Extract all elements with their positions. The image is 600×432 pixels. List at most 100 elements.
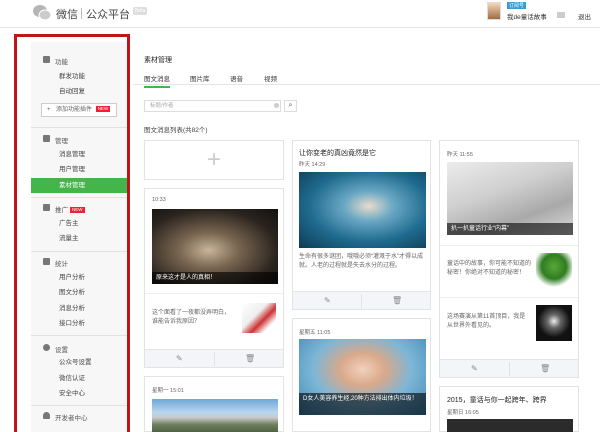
account-type-badge: 订阅号: [507, 2, 527, 9]
article-cover-image: D女人美容养生经,20种方法排出体内垃圾！: [299, 339, 426, 415]
section-title: 推广 NEW: [55, 204, 85, 214]
avatar[interactable]: [487, 2, 501, 20]
add-plugin-label: 添加功能插件: [56, 107, 93, 113]
article-thumbnail: [536, 253, 572, 287]
sidebar-item-account-settings[interactable]: 公众号设置: [31, 355, 129, 370]
list-count: 图文消息列表(共82个): [144, 127, 208, 134]
divider: [31, 335, 129, 336]
tab-video[interactable]: 视频: [264, 73, 277, 83]
megaphone-icon: [43, 204, 50, 211]
divider: [509, 362, 510, 376]
edit-icon[interactable]: ✎: [324, 296, 331, 305]
section-title: 管理: [55, 138, 68, 145]
wechat-logo-icon: [33, 5, 52, 21]
article-date: 昨天 14:29: [299, 162, 326, 168]
add-plugin-button[interactable]: + 添加功能插件 NEW: [41, 103, 117, 117]
clear-icon[interactable]: [274, 103, 279, 108]
delete-icon[interactable]: 🗑: [392, 296, 402, 305]
article-card[interactable]: 星期五 11:05 D女人美容养生经,20种方法排出体内垃圾！: [292, 318, 431, 432]
mail-icon[interactable]: [557, 12, 565, 18]
article-cover-image: [152, 399, 278, 432]
section-title: 功能: [55, 59, 68, 66]
article-title: 2015，童话与你一起跨年、跨界: [447, 397, 547, 404]
article-card[interactable]: 星期一 15:01: [144, 376, 284, 432]
article-card[interactable]: 昨天 11:55 扒一扒童话行业“内幕” 童话中的故事，你可能不知道的秘密！你绝…: [439, 140, 579, 378]
article-cover-image: [447, 419, 573, 432]
tab-articles[interactable]: 图文消息: [144, 73, 170, 88]
card-actions: ✎ 🗑: [440, 359, 578, 377]
article-card[interactable]: 2015，童话与你一起跨年、跨界 星期日 16:05: [439, 386, 579, 432]
chart-icon: [43, 258, 50, 265]
sidebar-item-traffic-owner[interactable]: 流量主: [31, 231, 129, 246]
tab-voice[interactable]: 语音: [230, 73, 243, 83]
delete-icon[interactable]: 🗑: [540, 364, 550, 373]
cover-caption: 扒一扒童话行业“内幕”: [447, 223, 573, 235]
divider: [31, 251, 129, 252]
article-date: 星期一 15:01: [152, 388, 184, 394]
chat-icon: [43, 135, 50, 142]
card-actions: ✎ 🗑: [293, 291, 430, 309]
sidebar-item-materials[interactable]: 素材管理: [31, 178, 129, 193]
divider: [31, 127, 129, 128]
sidebar-item-api-analysis[interactable]: 接口分析: [31, 316, 129, 331]
main-content: 素材管理 图文消息 图片库 语音 视频 标题/作者 ⌕ 图文消息列表(共82个)…: [133, 42, 600, 432]
section-title-text: 推广: [55, 207, 68, 214]
article-card[interactable]: 10:33 原来这才是人的真相！ 这个面看了一夜都没弄明白，谁能告诉我原因？ ✎…: [144, 188, 284, 368]
divider: [214, 352, 215, 366]
sidebar-item-auto-reply[interactable]: 自动回复: [31, 84, 129, 99]
article-cover-image: 原来这才是人的真相！: [152, 209, 278, 284]
sidebar-item-messages[interactable]: 消息管理: [31, 147, 129, 162]
edit-icon[interactable]: ✎: [176, 354, 183, 363]
developer-label: 开发者中心: [55, 415, 88, 422]
sidebar-item-message-analysis[interactable]: 消息分析: [31, 301, 129, 316]
sidebar-item-verification[interactable]: 微信认证: [31, 371, 129, 386]
divider: [361, 294, 362, 308]
gear-icon: [43, 344, 50, 351]
article-date: 昨天 11:55: [447, 152, 473, 158]
article-cover-image: [299, 172, 426, 248]
platform-name: 公众平台: [86, 9, 130, 21]
tab-bar: 图文消息 图片库 语音 视频: [133, 71, 600, 88]
sidebar: 功能 群发功能 自动回复 + 添加功能插件 NEW 管理 消息管理 用户管理 素…: [31, 42, 129, 432]
sidebar-item-article-analysis[interactable]: 图文分析: [31, 285, 129, 300]
article-date: 星期五 11:05: [299, 330, 331, 336]
sidebar-item-mass-send[interactable]: 群发功能: [31, 69, 129, 84]
sidebar-item-advertiser[interactable]: 广告主: [31, 216, 129, 231]
article-thumbnail: [536, 305, 572, 341]
article-summary: 这个面看了一夜都没弄明白，谁能告诉我原因？: [152, 310, 231, 325]
new-badge: NEW: [95, 106, 111, 113]
article-summary: 生命有很多谜团，哦哦必须“灌溉于水”才得以成就。人老的过程就是失去水分的过程。: [299, 254, 423, 269]
sidebar-item-security[interactable]: 安全中心: [31, 386, 129, 401]
article-summary: 这场赛演从第11首顶目，我是从世界外看见的。: [447, 314, 526, 329]
divider: [31, 197, 129, 198]
account-name[interactable]: 我de童话故事: [507, 11, 547, 21]
divider: [31, 405, 129, 406]
article-summary: 童话中的故事，你可能不知道的秘密！你绝对不知道的秘密！: [447, 261, 532, 276]
sidebar-item-users[interactable]: 用户管理: [31, 162, 129, 177]
article-thumbnail: [242, 303, 276, 333]
article-date: 星期日 16:05: [447, 410, 479, 416]
add-article-card[interactable]: +: [144, 140, 284, 180]
cover-caption: 原来这才是人的真相！: [152, 272, 278, 284]
top-bar: 微信 公众平台 Beta 订阅号 我de童话故事 退出: [0, 0, 600, 28]
sidebar-item-user-analysis[interactable]: 用户分析: [31, 270, 129, 285]
search-button[interactable]: ⌕: [284, 100, 297, 112]
search-icon: ⌕: [288, 102, 293, 109]
delete-icon[interactable]: 🗑: [245, 354, 255, 363]
section-title: 设置: [55, 347, 68, 354]
article-cover-image: 扒一扒童话行业“内幕”: [447, 162, 573, 235]
search-input[interactable]: 标题/作者: [144, 100, 281, 112]
brand-name: 微信: [56, 9, 78, 21]
edit-icon[interactable]: ✎: [471, 364, 478, 373]
divider: [145, 293, 283, 294]
plus-icon: +: [206, 146, 221, 173]
person-icon: [43, 412, 50, 419]
section-title: 统计: [55, 261, 68, 268]
page-title: 素材管理: [144, 57, 172, 64]
new-badge: NEW: [70, 207, 85, 214]
article-title: 让你变老的真凶竟然是它: [299, 150, 376, 157]
article-card[interactable]: 让你变老的真凶竟然是它 昨天 14:29 生命有很多谜团，哦哦必须“灌溉于水”才…: [292, 140, 431, 310]
plus-icon: +: [47, 107, 51, 113]
tab-images[interactable]: 图片库: [190, 73, 210, 83]
logout-link[interactable]: 退出: [578, 11, 591, 21]
